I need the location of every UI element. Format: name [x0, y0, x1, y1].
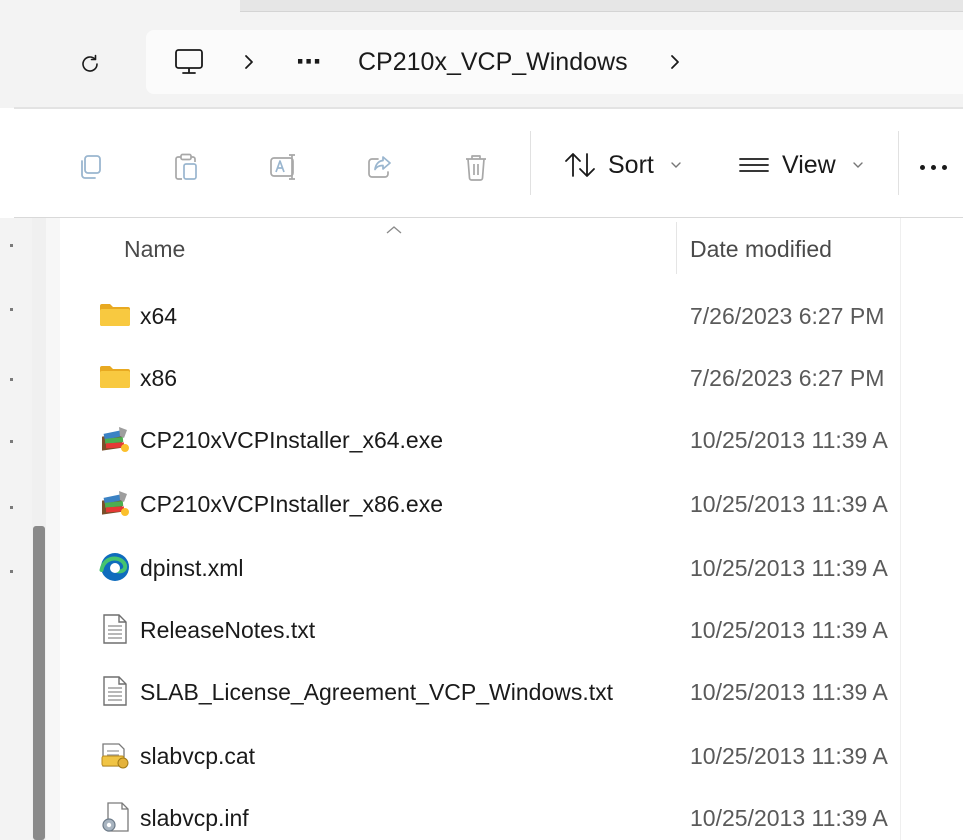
file-date-modified: 10/25/2013 11:39 A	[690, 616, 888, 643]
refresh-icon	[82, 54, 98, 72]
file-row-release-notes[interactable]: ReleaseNotes.txt 10/25/2013 11:39 A	[60, 600, 963, 660]
tab-strip-edge	[240, 0, 963, 12]
column-header-name-label: Name	[124, 235, 186, 262]
file-name: slabvcp.cat	[140, 742, 256, 769]
chevron-down-icon	[671, 162, 681, 168]
navigation-pane[interactable]	[0, 218, 32, 840]
paste-icon	[175, 153, 197, 180]
navigation-scrollbar-thumb[interactable]	[33, 526, 45, 840]
installer-icon	[98, 422, 132, 456]
file-date-modified: 7/26/2023 6:27 PM	[690, 364, 885, 391]
current-folder-label: CP210x_VCP_Windows	[358, 47, 628, 76]
file-name: CP210xVCPInstaller_x64.exe	[140, 426, 443, 453]
breadcrumb-ellipsis[interactable]: ⋯	[296, 30, 322, 94]
setup-info-icon	[98, 800, 132, 834]
file-name: dpinst.xml	[140, 554, 244, 581]
chevron-down-icon	[853, 162, 863, 168]
view-lines-icon	[739, 158, 769, 172]
sort-ascending-caret-icon	[386, 226, 402, 234]
file-row-x86[interactable]: x86 7/26/2023 6:27 PM	[60, 348, 963, 408]
refresh-button[interactable]	[70, 44, 110, 84]
delete-button[interactable]	[456, 147, 496, 187]
column-header-date-modified[interactable]: Date modified	[690, 220, 832, 278]
file-row-x64[interactable]: x64 7/26/2023 6:27 PM	[60, 286, 963, 346]
share-button[interactable]	[360, 147, 400, 187]
this-pc-crumb[interactable]	[172, 30, 206, 94]
file-row-slabvcp-inf[interactable]: slabvcp.inf 10/25/2013 11:39 A	[60, 788, 963, 840]
rename-button[interactable]	[264, 147, 304, 187]
file-date-modified: 10/25/2013 11:39 A	[690, 678, 888, 705]
breadcrumb-trailing-chevron-icon[interactable]	[668, 30, 682, 94]
file-name: ReleaseNotes.txt	[140, 616, 316, 643]
security-catalog-icon	[98, 738, 132, 772]
address-bar[interactable]: ⋯ CP210x_VCP_Windows	[146, 30, 963, 94]
command-separator	[530, 131, 531, 195]
column-header-date-label: Date modified	[690, 235, 832, 262]
text-file-icon	[98, 674, 132, 708]
monitor-icon	[175, 49, 203, 74]
folder-icon	[98, 360, 132, 394]
file-row-installer-x64[interactable]: CP210xVCPInstaller_x64.exe 10/25/2013 11…	[60, 410, 963, 470]
view-label: View	[782, 150, 836, 179]
folder-icon	[98, 298, 132, 332]
file-row-license-agreement[interactable]: SLAB_License_Agreement_VCP_Windows.txt 1…	[60, 662, 963, 722]
breadcrumb-chevron-icon[interactable]	[242, 30, 256, 94]
copy-button[interactable]	[70, 147, 110, 187]
details-pane-edge	[900, 218, 963, 840]
title-area: ⋯ CP210x_VCP_Windows	[0, 0, 963, 108]
sort-arrows-icon	[565, 153, 595, 177]
paste-button[interactable]	[166, 147, 206, 187]
column-resize-handle[interactable]	[676, 222, 677, 274]
more-options-button[interactable]	[920, 147, 963, 187]
file-name: x64	[140, 302, 178, 329]
more-icon	[920, 164, 925, 170]
command-bar: Sort View	[0, 109, 963, 219]
sort-label: Sort	[608, 150, 654, 179]
column-header-name[interactable]: Name	[124, 220, 185, 278]
file-name: slabvcp.inf	[140, 804, 249, 831]
edge-icon	[98, 550, 132, 584]
command-separator	[898, 131, 899, 195]
file-date-modified: 7/26/2023 6:27 PM	[690, 302, 885, 329]
installer-icon	[98, 486, 132, 520]
sort-button[interactable]: Sort	[558, 139, 686, 191]
file-date-modified: 10/25/2013 11:39 A	[690, 426, 888, 453]
breadcrumb-current-folder[interactable]: CP210x_VCP_Windows	[358, 30, 628, 94]
copy-icon	[81, 155, 101, 179]
file-row-dpinst-xml[interactable]: dpinst.xml 10/25/2013 11:39 A	[60, 538, 963, 598]
file-date-modified: 10/25/2013 11:39 A	[690, 742, 888, 769]
pane-splitter[interactable]	[46, 218, 60, 840]
file-name: CP210xVCPInstaller_x86.exe	[140, 490, 443, 517]
file-row-slabvcp-cat[interactable]: slabvcp.cat 10/25/2013 11:39 A	[60, 726, 963, 786]
file-date-modified: 10/25/2013 11:39 A	[690, 554, 888, 581]
file-name: x86	[140, 364, 178, 391]
file-date-modified: 10/25/2013 11:39 A	[690, 804, 888, 831]
rename-icon	[270, 154, 295, 180]
file-date-modified: 10/25/2013 11:39 A	[690, 490, 888, 517]
file-name: SLAB_License_Agreement_VCP_Windows.txt	[140, 678, 614, 705]
file-row-installer-x86[interactable]: CP210xVCPInstaller_x86.exe 10/25/2013 11…	[60, 474, 963, 534]
view-button[interactable]: View	[732, 139, 868, 191]
text-file-icon	[98, 612, 132, 646]
trash-icon	[466, 155, 486, 181]
share-icon	[368, 156, 391, 178]
ellipsis-text: ⋯	[296, 48, 322, 76]
